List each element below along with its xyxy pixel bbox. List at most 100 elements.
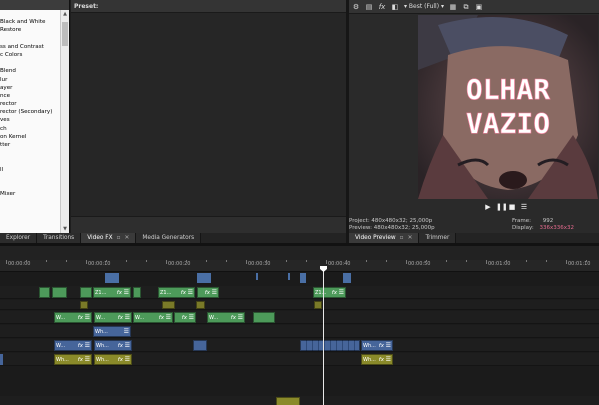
fx-icon[interactable]: fx (118, 355, 123, 364)
clip-menu-icon[interactable]: ☰ (85, 341, 90, 350)
loop-icon[interactable]: ☰ (520, 203, 528, 211)
plugin-list-item[interactable]: ll (0, 166, 69, 174)
scroll-down-icon[interactable]: ▼ (62, 226, 68, 232)
plugin-list-item[interactable]: ves (0, 116, 69, 124)
region-marker[interactable] (197, 273, 211, 283)
plugin-list-item[interactable]: tter (0, 141, 69, 149)
video-clip[interactable]: W... fx ☰ (54, 312, 92, 323)
plugin-list-item[interactable]: ss and Contrast (0, 43, 69, 51)
plugin-list-item[interactable] (0, 59, 69, 67)
fx-icon[interactable]: fx (182, 313, 187, 322)
clip-menu-icon[interactable]: ☰ (124, 327, 129, 336)
split-screen-icon[interactable]: ▤ (365, 3, 373, 11)
clip-menu-icon[interactable]: ☰ (124, 288, 129, 297)
timeline[interactable]: 00:00:00 00:00:10 00:00:20 00:00:30 00:00:40… (0, 243, 599, 405)
image-clip[interactable] (193, 340, 207, 351)
plugin-list-item[interactable]: c Colors (0, 51, 69, 59)
audio-clip[interactable] (162, 301, 175, 309)
audio-clip[interactable]: Wh... fx ☰ (54, 354, 92, 365)
play-icon[interactable]: ▶ (484, 203, 492, 211)
video-clip[interactable]: Z1... fx ☰ (313, 287, 346, 298)
tab-video-preview[interactable]: Video Preview ▫ ✕ (349, 233, 420, 243)
pause-icon[interactable]: ❚❚ (496, 203, 508, 211)
image-clip[interactable] (300, 340, 360, 351)
plugin-list-item[interactable]: on Kernel (0, 133, 69, 141)
region-marker[interactable] (343, 273, 351, 283)
stop-icon[interactable]: ■ (508, 203, 516, 211)
overlay-icon[interactable]: ◧ (391, 3, 399, 11)
fx-icon[interactable]: fx (78, 313, 83, 322)
clip-stub[interactable] (0, 354, 3, 365)
preview-quality-select[interactable]: ▾ Best (Full) ▾ (404, 3, 444, 10)
plugin-list-item[interactable] (0, 157, 69, 165)
clip-menu-icon[interactable]: ☰ (166, 313, 171, 322)
clip-menu-icon[interactable]: ☰ (85, 355, 90, 364)
tab-media-generators[interactable]: Media Generators (136, 233, 202, 243)
plugin-list-item[interactable]: rector (Secondary) (0, 108, 69, 116)
fx-icon[interactable]: fx (78, 341, 83, 350)
video-clip[interactable]: W... fx ☰ (207, 312, 245, 323)
image-clip[interactable]: Wh... fx ☰ (94, 340, 132, 351)
scroll-up-icon[interactable]: ▲ (62, 11, 68, 17)
fx-icon[interactable]: fx (205, 288, 210, 297)
time-ruler[interactable]: 00:00:00 00:00:10 00:00:20 00:00:30 00:00:40… (0, 260, 599, 272)
clip-menu-icon[interactable]: ☰ (125, 341, 130, 350)
image-clip[interactable]: Wh... ☰ (93, 326, 131, 337)
undock-icon[interactable]: ▫ (117, 235, 121, 241)
fx-icon[interactable]: fx (118, 341, 123, 350)
plugin-list-item[interactable] (0, 182, 69, 190)
video-clip[interactable]: W... fx ☰ (133, 312, 173, 323)
video-clip[interactable]: W... fx ☰ (94, 312, 132, 323)
fx-icon[interactable]: fx (332, 288, 337, 297)
plugin-list-item[interactable]: ch (0, 125, 69, 133)
plugin-list-item[interactable] (0, 149, 69, 157)
undock-icon[interactable]: ▫ (400, 235, 404, 241)
image-clip[interactable]: Wh... fx ☰ (361, 340, 393, 351)
grid-icon[interactable]: ▦ (449, 3, 457, 11)
close-icon[interactable]: ✕ (408, 235, 413, 241)
plugin-list-item[interactable]: nce (0, 92, 69, 100)
save-snapshot-icon[interactable]: ▣ (475, 3, 483, 11)
plugin-list-item[interactable]: lur (0, 76, 69, 84)
plugin-list-item[interactable]: Mixer (0, 190, 69, 198)
tab-video-fx[interactable]: Video FX ▫ ✕ (81, 233, 137, 243)
close-icon[interactable]: ✕ (125, 235, 130, 241)
fx-icon[interactable]: fx (181, 288, 186, 297)
plugin-list-item[interactable]: Restore (0, 26, 69, 34)
tab-transitions[interactable]: Transitions (37, 233, 82, 243)
video-clip[interactable]: Z1... fx ☰ (158, 287, 195, 298)
clip-menu-icon[interactable]: ☰ (125, 313, 130, 322)
video-clip[interactable] (39, 287, 50, 298)
plugin-list-item[interactable] (0, 10, 69, 18)
audio-clip[interactable] (314, 301, 322, 309)
plugin-list-item[interactable]: Black and White (0, 18, 69, 26)
video-clip[interactable] (253, 312, 275, 323)
video-clip[interactable]: fx ☰ (197, 287, 219, 298)
clip-menu-icon[interactable]: ☰ (212, 288, 217, 297)
marker[interactable] (256, 273, 258, 280)
fx-icon[interactable]: fx (117, 288, 122, 297)
fx-icon[interactable]: fx (379, 355, 384, 364)
plugin-list-item[interactable]: rector (0, 100, 69, 108)
video-clip[interactable] (80, 287, 92, 298)
video-clip[interactable] (52, 287, 67, 298)
tab-explorer[interactable]: Explorer (0, 233, 38, 243)
audio-clip[interactable]: Wh... fx ☰ (94, 354, 132, 365)
clip-menu-icon[interactable]: ☰ (85, 313, 90, 322)
image-clip[interactable]: W... fx ☰ (54, 340, 92, 351)
fx-icon[interactable]: fx (379, 341, 384, 350)
plugin-list-item[interactable] (0, 35, 69, 43)
fx-icon[interactable]: fx (118, 313, 123, 322)
clip-menu-icon[interactable]: ☰ (339, 288, 344, 297)
plugin-list-item[interactable]: ayer (0, 84, 69, 92)
clip-menu-icon[interactable]: ☰ (386, 355, 391, 364)
clip-menu-icon[interactable]: ☰ (238, 313, 243, 322)
clip-menu-icon[interactable]: ☰ (189, 313, 194, 322)
audio-clip[interactable] (196, 301, 205, 309)
audio-clip[interactable] (276, 397, 300, 405)
clip-menu-icon[interactable]: ☰ (386, 341, 391, 350)
region-marker[interactable] (105, 273, 119, 283)
fx-icon[interactable]: fx (231, 313, 236, 322)
fx-icon[interactable]: fx (378, 3, 386, 11)
audio-clip[interactable] (80, 301, 88, 309)
